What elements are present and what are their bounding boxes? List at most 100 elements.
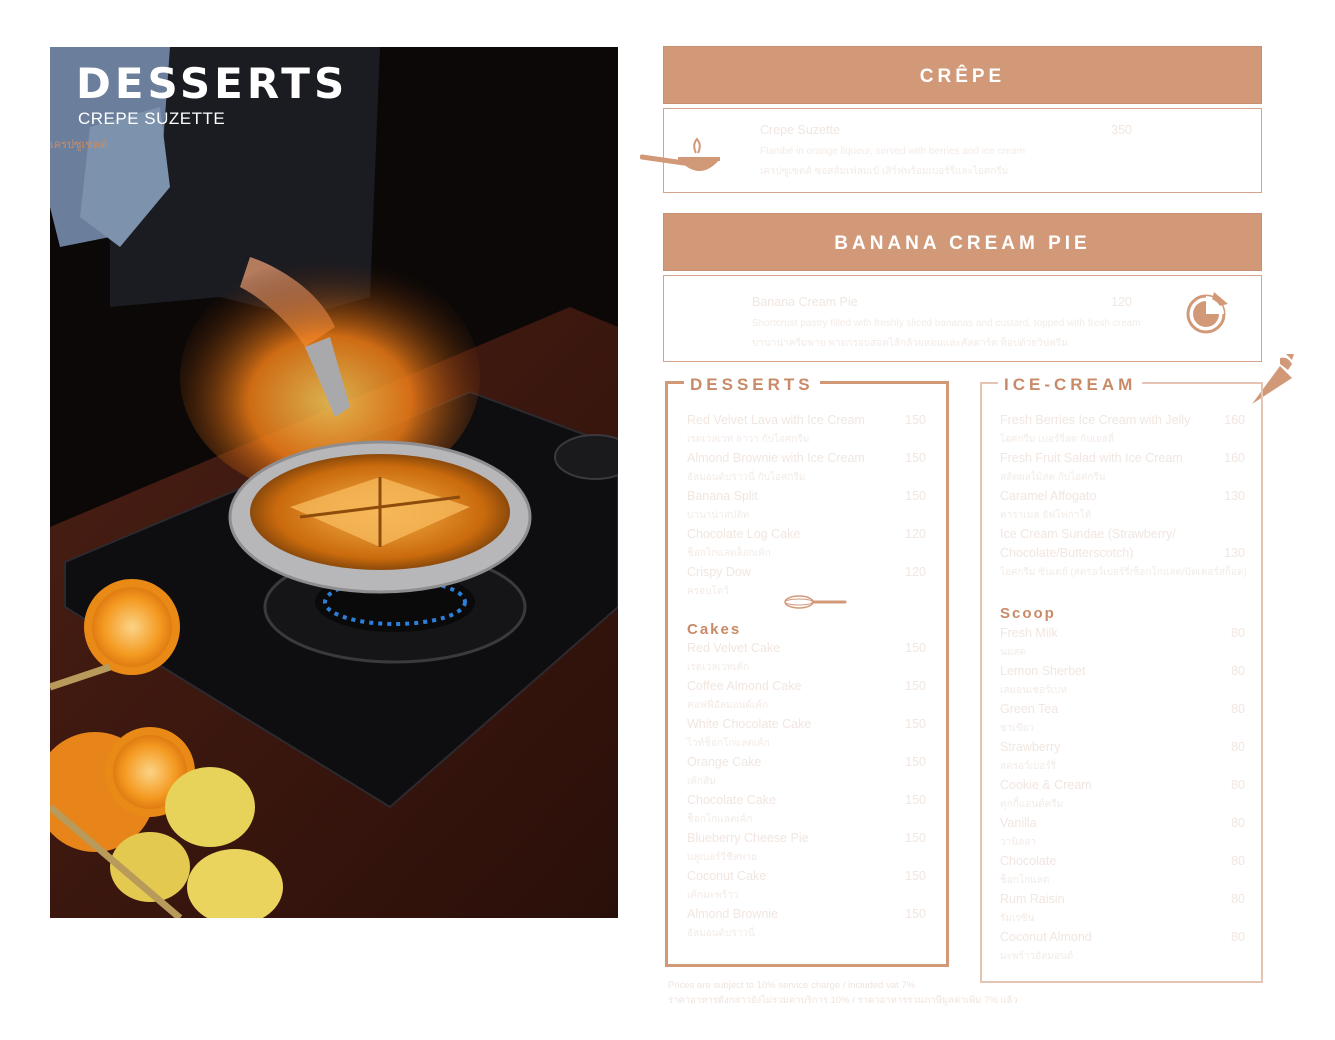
menu-item-price: 120 [905,527,926,541]
menu-item-desc: คุกกี้แอนด์ครีม [1000,799,1064,810]
menu-item-price: 130 [1224,489,1245,503]
menu-item-desc: นมสด [1000,647,1027,658]
menu-item-name: Coconut Cake [687,869,767,883]
menu-item-desc: รัมเรซิน [1000,913,1035,924]
menu-item-price: 160 [1224,413,1245,427]
menu-item-name: Coconut Almond [1000,930,1092,944]
menu-item-name: Chocolate Cake [687,793,776,807]
menu-item-name: Chocolate [1000,854,1057,868]
menu-item-desc: ช็อกโกแลตเค้ก [687,814,753,825]
menu-item-name: Strawberry [1000,740,1061,754]
menu-item-desc: อัลมอนด์บราวนี่ [687,928,755,939]
menu-item-name: Vanilla [1000,816,1037,830]
menu-item-price: 150 [905,717,926,731]
menu-item-name-line2: Chocolate/Butterscotch) [1000,546,1134,560]
menu-item-name: Crispy Dow [687,565,751,579]
menu-item-desc: มะพร้าวอัลมอนด์ [1000,951,1074,962]
menu-item-price: 160 [1224,451,1245,465]
menu-item-name: Coffee Almond Cake [687,679,802,693]
desserts-title: DESSERTS [684,375,820,395]
crepe-item-price: 350 [1111,123,1132,137]
crepe-item-desc-thai: เครปซูเซตต์ ซอสส้มเฟลมเบ้ เสิร์ฟพร้อมเบอ… [760,166,1009,177]
cakes-title: Cakes [687,621,742,638]
menu-item-desc: ช็อกโกแลตล็อกเค้ก [687,548,771,559]
menu-item-price: 80 [1231,930,1245,944]
menu-item-price: 150 [905,793,926,807]
menu-item-price: 80 [1231,778,1245,792]
photo-subtitle-thai: เครปซูเซตต์ [50,139,107,151]
menu-item-desc: สตรอว์เบอร์รี่ [1000,761,1057,772]
menu-item-name: Fresh Milk [1000,626,1058,640]
crepe-item-name: Crepe Suzette [760,123,840,137]
menu-item-desc: บลูเบอร์รี่ชีสพาย [687,852,757,863]
menu-item-price: 150 [905,489,926,503]
footer-note-thai: ราคาอาหารดังกล่าวยังไม่รวมค่าบริการ 10% … [668,995,1018,1006]
footer-note: Prices are subject to 10% service charge… [668,980,916,991]
menu-item-price: 80 [1231,702,1245,716]
menu-item-name: Fresh Fruit Salad with Ice Cream [1000,451,1183,465]
menu-item-desc: ชาเขียว [1000,723,1035,734]
menu-item-price: 80 [1231,854,1245,868]
menu-item-price: 150 [905,641,926,655]
menu-item-desc: คาราเมล อัฟโฟกาโต้ [1000,510,1092,521]
menu-item-name: Lemon Sherbet [1000,664,1086,678]
menu-item-desc: ไอศกรีม เบอร์รี่สด กับเยลลี่ [1000,434,1115,445]
menu-item-desc: เลมอนเชอร์เบท [1000,685,1067,696]
menu-item-name: Caramel Affogato [1000,489,1097,503]
menu-item-desc: เค้กส้ม [687,776,716,787]
hero-photo: DESSERTS CREPE SUZETTE เครปซูเซตต์ [50,47,618,918]
banana-item-name: Banana Cream Pie [752,295,858,309]
banana-item-desc: Shortcrust pastry filled with freshly sl… [752,318,1141,329]
menu-item-desc: ครอบโดว์ [687,586,729,597]
menu-item-price: 120 [905,565,926,579]
menu-item-desc: คอฟฟี่อัลมอนด์เค้ก [687,700,769,711]
menu-item-name: Red Velvet Cake [687,641,781,655]
menu-item-name: Orange Cake [687,755,762,769]
menu-item-name: Rum Raisin [1000,892,1065,906]
menu-item-name: Cookie & Cream [1000,778,1092,792]
menu-item-price: 80 [1231,816,1245,830]
menu-item-name: Fresh Berries Ice Cream with Jelly [1000,413,1191,427]
menu-item-desc: วานิลลา [1000,837,1036,848]
menu-item-desc: เรดเวลเวท ลาวา กับไอศกรีม [687,434,810,445]
menu-item-price: 150 [905,451,926,465]
scoop-title: Scoop [1000,605,1056,622]
whisk-icon [784,595,847,609]
menu-item-price: 150 [905,755,926,769]
menu-item-name: Chocolate Log Cake [687,527,801,541]
menu-item-desc: เรดเวลเวทเค้ก [687,662,750,673]
menu-item-desc: ช็อกโกแลต [1000,875,1050,886]
menu-item-name: Green Tea [1000,702,1059,716]
icecream-title: ICE-CREAM [998,375,1143,395]
photo-subtitle: CREPE SUZETTE [78,109,226,128]
menu-item-desc: บานาน่าสปลิท [687,510,750,521]
menu-item-name: Almond Brownie [687,907,779,921]
menu-item-name: Ice Cream Sundae (Strawberry/ [1000,527,1176,541]
menu-item-price: 150 [905,907,926,921]
menu-item-price: 150 [905,679,926,693]
frying-pan-icon [640,137,720,171]
pie-icon [1186,292,1228,334]
menu-item-name: Red Velvet Lava with Ice Cream [687,413,865,427]
menu-item-price: 80 [1231,626,1245,640]
menu-item-price: 80 [1231,740,1245,754]
menu-item-name: Almond Brownie with Ice Cream [687,451,865,465]
menu-item-desc: ไวท์ช็อกโกแลตเค้ก [687,738,770,749]
menu-item-price: 150 [905,869,926,883]
menu-item-name: Banana Split [687,489,758,503]
menu-item-price: 150 [905,831,926,845]
menu-item-desc: เค้กมะพร้าว [687,890,739,901]
menu-item-desc: ไอศกรีม ซันเดย์ (สตรอว์เบอร์รี่/ช็อกโกแล… [1000,567,1247,578]
menu-item-price: 80 [1231,664,1245,678]
menu-item-price: 130 [1224,546,1245,560]
menu-item-name: White Chocolate Cake [687,717,812,731]
banana-item-price: 120 [1111,295,1132,309]
photo-title: DESSERTS [76,59,349,108]
banana-item-desc-thai: บานาน่าครีมพาย พายกรอบสอดไส้กล้วยหอมและค… [752,338,1068,349]
menu-item-price: 80 [1231,892,1245,906]
crepe-item-desc: Flambé in orange liqueur, served with be… [760,146,1026,157]
menu-item-desc: อัลมอนด์บราวนี่ กับไอศกรีม [687,472,806,483]
menu-item-price: 150 [905,413,926,427]
menu-item-name: Blueberry Cheese Pie [687,831,809,845]
banana-header: BANANA CREAM PIE [663,213,1262,271]
